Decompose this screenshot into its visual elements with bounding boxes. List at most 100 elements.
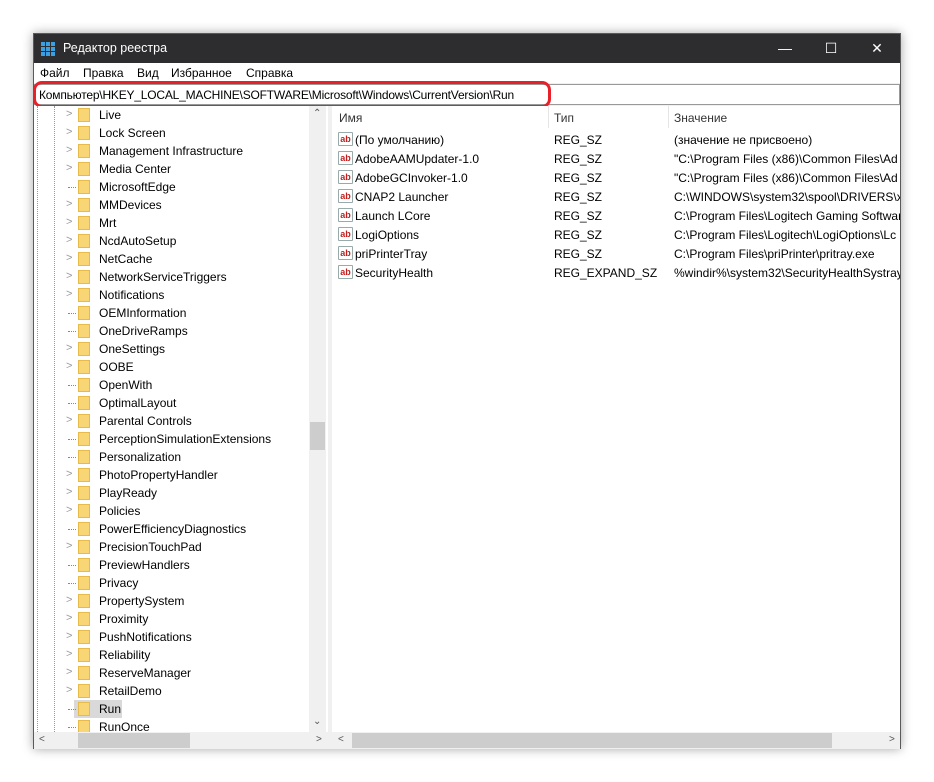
expand-chevron-icon[interactable]: > — [66, 126, 72, 138]
tree-item[interactable]: OpenWith — [34, 376, 314, 394]
tree-item[interactable]: > PropertySystem — [34, 592, 314, 610]
tree-horizontal-scrollbar[interactable]: < > — [34, 732, 328, 749]
scroll-down-icon[interactable]: ⌄ — [313, 716, 321, 727]
expand-chevron-icon[interactable]: > — [66, 612, 72, 624]
tree-item[interactable]: > PushNotifications — [34, 628, 314, 646]
expand-chevron-icon[interactable]: > — [66, 198, 72, 210]
menu-favorites[interactable]: Избранное — [171, 66, 232, 80]
tree-item[interactable]: > Live — [34, 106, 314, 124]
tree-item[interactable]: OneDriveRamps — [34, 322, 314, 340]
value-row[interactable]: ab AdobeGCInvoker-1.0 REG_SZ "C:\Program Fi… — [332, 168, 902, 187]
scroll-left-icon[interactable]: < — [338, 734, 344, 745]
maximize-button[interactable]: ☐ — [808, 34, 854, 63]
tree-item[interactable]: OptimalLayout — [34, 394, 314, 412]
column-type[interactable]: Тип — [554, 111, 574, 125]
expand-chevron-icon[interactable]: > — [66, 252, 72, 264]
tree-item[interactable]: Privacy — [34, 574, 314, 592]
scroll-up-icon[interactable]: ⌃ — [313, 108, 321, 119]
folder-icon — [78, 558, 90, 572]
folder-icon — [78, 504, 90, 518]
values-list[interactable]: Имя Тип Значение ab (По умолчанию) REG_SZ(… — [332, 106, 900, 732]
tree-item[interactable]: > Parental Controls — [34, 412, 314, 430]
menu-help[interactable]: Справка — [246, 66, 293, 80]
expand-chevron-icon[interactable]: > — [66, 666, 72, 678]
tree-item[interactable]: > Lock Screen — [34, 124, 314, 142]
tree-item[interactable]: Personalization — [34, 448, 314, 466]
tree-item[interactable]: > PrecisionTouchPad — [34, 538, 314, 556]
expand-chevron-icon[interactable]: > — [66, 234, 72, 246]
key-tree[interactable]: > Live > Lock Screen > Management Infrastruct… — [34, 106, 328, 732]
tree-item[interactable]: > ReserveManager — [34, 664, 314, 682]
value-row[interactable]: ab Launch LCore REG_SZ C:\Program Files\Log… — [332, 206, 902, 225]
value-row[interactable]: ab CNAP2 Launcher REG_SZ C:\WINDOWS\system3… — [332, 187, 902, 206]
expand-chevron-icon[interactable]: > — [66, 144, 72, 156]
tree-item[interactable]: > Reliability — [34, 646, 314, 664]
tree-item[interactable]: > Management Infrastructure — [34, 142, 314, 160]
scroll-thumb[interactable] — [352, 733, 832, 748]
expand-chevron-icon[interactable]: > — [66, 360, 72, 372]
column-value[interactable]: Значение — [674, 111, 727, 125]
tree-vertical-scrollbar[interactable]: ⌃ ⌄ — [309, 106, 326, 732]
folder-icon — [78, 684, 90, 698]
tree-item[interactable]: PerceptionSimulationExtensions — [34, 430, 314, 448]
expand-chevron-icon[interactable]: > — [66, 504, 72, 516]
tree-item[interactable]: > Policies — [34, 502, 314, 520]
tree-item[interactable]: > PhotoPropertyHandler — [34, 466, 314, 484]
tree-item[interactable]: > Mrt — [34, 214, 314, 232]
tree-connector — [68, 313, 76, 314]
tree-item[interactable]: > MMDevices — [34, 196, 314, 214]
expand-chevron-icon[interactable]: > — [66, 414, 72, 426]
tree-item[interactable]: > OOBE — [34, 358, 314, 376]
value-name: priPrinterTray — [355, 247, 428, 261]
address-bar[interactable]: Компьютер\HKEY_LOCAL_MACHINE\SOFTWARE\Mi… — [33, 81, 900, 108]
scroll-right-icon[interactable]: > — [316, 734, 322, 745]
tree-connector — [68, 727, 76, 728]
list-horizontal-scrollbar[interactable]: < > — [332, 732, 900, 749]
menu-edit[interactable]: Правка — [83, 66, 124, 80]
scroll-right-icon[interactable]: > — [889, 734, 895, 745]
tree-item[interactable]: > PlayReady — [34, 484, 314, 502]
expand-chevron-icon[interactable]: > — [66, 684, 72, 696]
menu-file[interactable]: Файл — [40, 66, 70, 80]
expand-chevron-icon[interactable]: > — [66, 594, 72, 606]
value-row[interactable]: ab (По умолчанию) REG_SZ (значение не присв… — [332, 130, 902, 149]
menu-view[interactable]: Вид — [137, 66, 159, 80]
tree-item[interactable]: > Notifications — [34, 286, 314, 304]
tree-item[interactable]: > NetworkServiceTriggers — [34, 268, 314, 286]
expand-chevron-icon[interactable]: > — [66, 630, 72, 642]
expand-chevron-icon[interactable]: > — [66, 486, 72, 498]
value-row[interactable]: ab LogiOptions REG_SZ C:\Program Files\Logi… — [332, 225, 902, 244]
tree-item-label: PlayReady — [99, 486, 158, 500]
close-button[interactable]: ✕ — [854, 34, 900, 63]
expand-chevron-icon[interactable]: > — [66, 342, 72, 354]
expand-chevron-icon[interactable]: > — [66, 162, 72, 174]
value-row[interactable]: ab SecurityHealth REG_EXPAND_SZ %windir%\sy… — [332, 263, 902, 282]
tree-item[interactable]: OEMInformation — [34, 304, 314, 322]
expand-chevron-icon[interactable]: > — [66, 288, 72, 300]
scroll-left-icon[interactable]: < — [39, 734, 45, 745]
tree-item[interactable]: > OneSettings — [34, 340, 314, 358]
column-name[interactable]: Имя — [339, 111, 362, 125]
tree-item[interactable]: > Proximity — [34, 610, 314, 628]
expand-chevron-icon[interactable]: > — [66, 648, 72, 660]
tree-item[interactable]: MicrosoftEdge — [34, 178, 314, 196]
tree-item[interactable]: RunOnce — [34, 718, 314, 732]
expand-chevron-icon[interactable]: > — [66, 468, 72, 480]
tree-item[interactable]: Run — [34, 700, 314, 718]
scroll-thumb[interactable] — [310, 422, 325, 450]
scroll-thumb[interactable] — [78, 733, 190, 748]
value-data: "C:\Program Files (x86)\Common Files\Ad — [674, 171, 898, 185]
expand-chevron-icon[interactable]: > — [66, 108, 72, 120]
expand-chevron-icon[interactable]: > — [66, 540, 72, 552]
tree-item[interactable]: > NcdAutoSetup — [34, 232, 314, 250]
expand-chevron-icon[interactable]: > — [66, 216, 72, 228]
tree-item[interactable]: > Media Center — [34, 160, 314, 178]
value-row[interactable]: ab AdobeAAMUpdater-1.0 REG_SZ "C:\Program F… — [332, 149, 902, 168]
tree-item[interactable]: PreviewHandlers — [34, 556, 314, 574]
tree-item[interactable]: > NetCache — [34, 250, 314, 268]
tree-item[interactable]: PowerEfficiencyDiagnostics — [34, 520, 314, 538]
expand-chevron-icon[interactable]: > — [66, 270, 72, 282]
minimize-button[interactable]: — — [762, 34, 808, 63]
tree-item[interactable]: > RetailDemo — [34, 682, 314, 700]
value-row[interactable]: ab priPrinterTray REG_SZ C:\Program Files\p… — [332, 244, 902, 263]
